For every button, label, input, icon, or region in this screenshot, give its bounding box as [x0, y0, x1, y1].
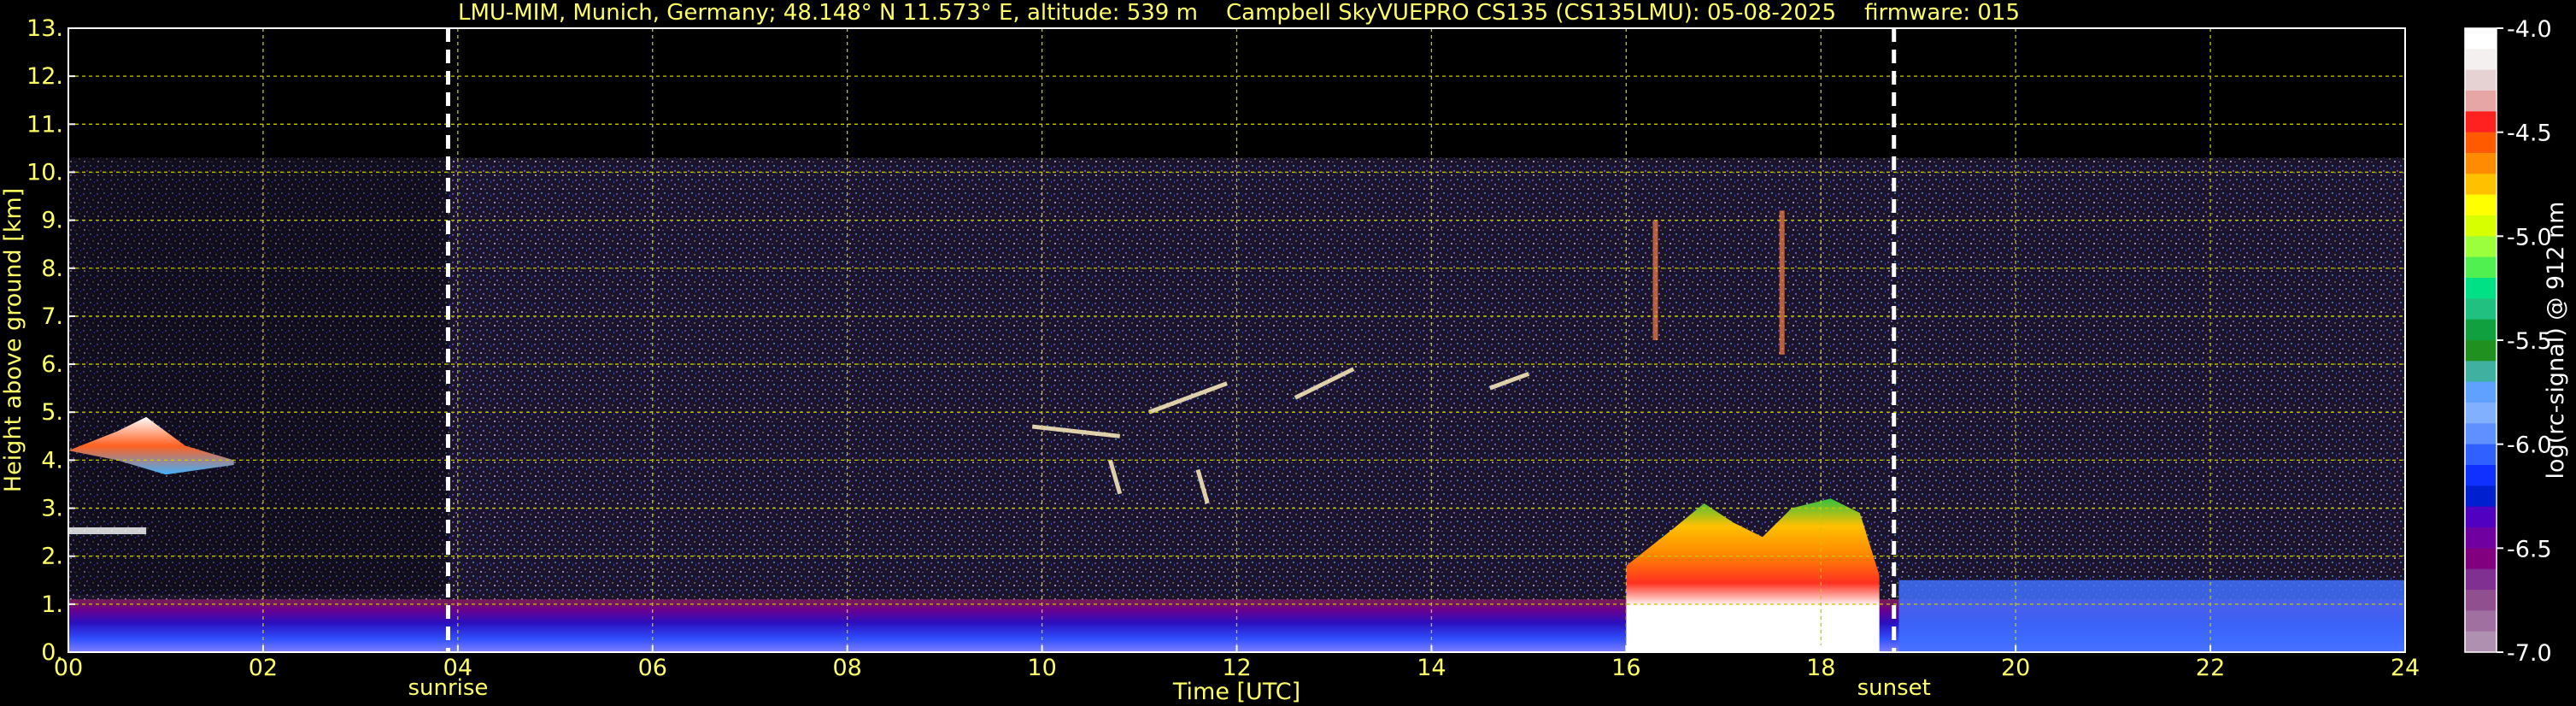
colorbar-swatch	[2465, 631, 2497, 653]
colorbar-swatch	[2465, 381, 2497, 403]
colorbar-label: log(rc-signal) @ 912 nm	[2543, 202, 2569, 479]
colorbar-swatch	[2465, 132, 2497, 154]
y-tick-label: 0.	[41, 639, 63, 666]
y-tick-label: 11.	[26, 111, 63, 138]
colorbar-swatch	[2465, 69, 2497, 91]
y-tick-label: 8.	[41, 256, 63, 282]
colorbar-swatch	[2465, 49, 2497, 71]
colorbar-tick-label: -7.0	[2507, 640, 2552, 667]
y-tick-label: 3.	[41, 496, 63, 522]
colorbar: -4.0-4.5-5.0-5.5-6.0-6.5-7.0log(rc-signa…	[2464, 16, 2569, 667]
low-cloud-layer	[68, 527, 147, 534]
x-tick-label: 18	[1806, 655, 1835, 681]
colorbar-swatch	[2465, 403, 2497, 424]
colorbar-swatch	[2465, 340, 2497, 362]
x-tick-label: 14	[1417, 655, 1446, 681]
y-tick-label: 1.	[41, 591, 63, 618]
colorbar-swatch	[2465, 610, 2497, 632]
colorbar-swatch	[2465, 174, 2497, 196]
x-tick-label: 22	[2196, 655, 2225, 681]
x-tick-label: 04	[443, 655, 472, 681]
colorbar-swatch	[2465, 194, 2497, 216]
x-tick-label: 10	[1027, 655, 1056, 681]
plot-area	[68, 28, 2405, 652]
colorbar-swatch	[2465, 153, 2497, 174]
y-tick-label: 4.	[41, 447, 63, 474]
colorbar-swatch	[2465, 215, 2497, 237]
sunset-label: sunset	[1857, 675, 1931, 701]
colorbar-swatch	[2465, 319, 2497, 341]
y-tick-label: 2.	[41, 544, 63, 570]
x-tick-label: 20	[2001, 655, 2030, 681]
colorbar-tick-label: -6.5	[2507, 536, 2552, 562]
x-tick-label: 16	[1611, 655, 1640, 681]
y-tick-label: 13.	[26, 15, 63, 42]
colorbar-swatch	[2465, 278, 2497, 299]
x-tick-label: 24	[2391, 655, 2420, 681]
colorbar-swatch	[2465, 256, 2497, 279]
y-tick-label: 9.	[41, 208, 63, 234]
x-tick-label: 12	[1222, 655, 1251, 681]
x-tick-label: 02	[249, 655, 278, 681]
colorbar-swatch	[2465, 91, 2497, 112]
chart: sunrise sunset 00 02 04 06 08 10 12 14 16 18 20 22 24…	[0, 15, 2569, 705]
colorbar-swatch	[2465, 590, 2497, 611]
colorbar-swatch	[2465, 527, 2497, 549]
colorbar-swatch	[2465, 506, 2497, 528]
colorbar-swatch	[2465, 423, 2497, 445]
y-tick-label: 6.	[41, 351, 63, 378]
evening-layer	[1898, 580, 2405, 652]
colorbar-swatch	[2465, 298, 2497, 321]
colorbar-swatch	[2465, 236, 2497, 258]
colorbar-swatch	[2465, 444, 2497, 466]
colorbar-tick-label: -4.5	[2507, 121, 2552, 147]
x-axis-label: Time [UTC]	[1172, 679, 1300, 705]
y-tick-label: 10.	[26, 159, 63, 185]
x-tick-label: 06	[638, 655, 667, 681]
colorbar-swatch	[2465, 548, 2497, 570]
y-tick-label: 12.	[26, 63, 63, 90]
colorbar-swatch	[2465, 568, 2497, 591]
colorbar-swatch	[2465, 485, 2497, 508]
y-tick-label: 7.	[41, 303, 63, 330]
y-tick-label: 5.	[41, 399, 63, 426]
colorbar-swatch	[2465, 111, 2497, 133]
colorbar-swatch	[2465, 28, 2497, 50]
colorbar-tick-label: -4.0	[2507, 16, 2552, 43]
colorbar-swatch	[2465, 465, 2497, 486]
colorbar-swatch	[2465, 361, 2497, 383]
x-tick-label: 08	[832, 655, 861, 681]
y-axis-label: Height above ground [km]	[0, 188, 26, 492]
